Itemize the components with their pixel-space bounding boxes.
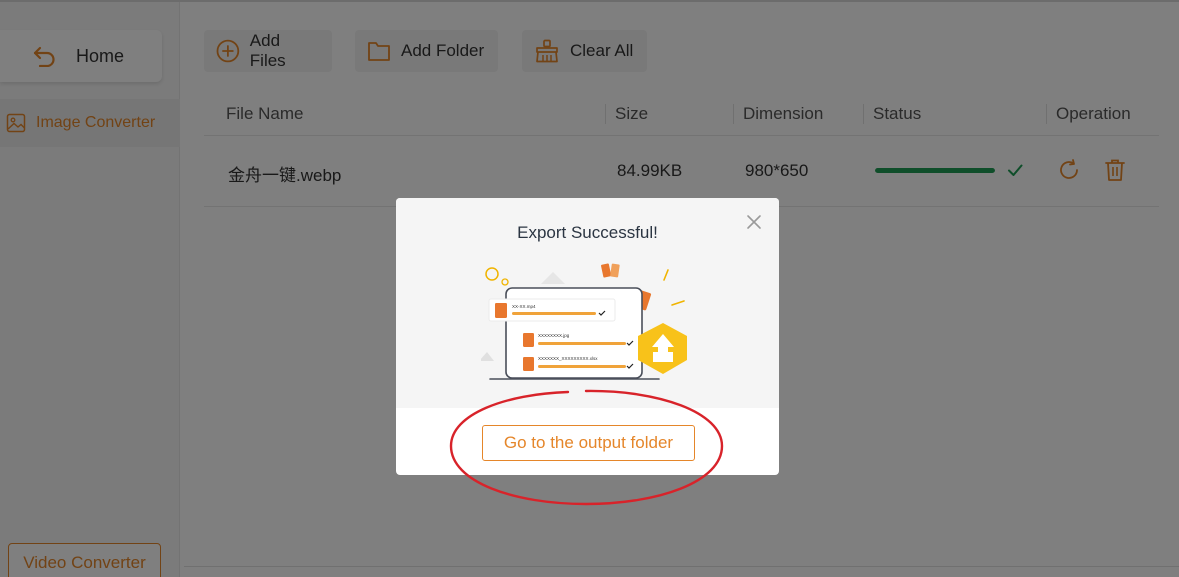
svg-text:XXXXXXXX.jpg: XXXXXXXX.jpg (538, 333, 570, 338)
close-icon[interactable] (744, 212, 764, 232)
svg-text:XXXXXXX_XXXXXXXXX.xlsx: XXXXXXX_XXXXXXXXX.xlsx (538, 356, 598, 361)
dialog-title: Export Successful! (517, 223, 658, 242)
svg-text:XX-XX.mp4: XX-XX.mp4 (512, 304, 536, 309)
export-illustration: XX-XX.mp4 XXXXXXXX.jpg XXXXXXX_XXXXXXXXX… (481, 263, 687, 380)
annotation-ellipse (449, 389, 724, 506)
